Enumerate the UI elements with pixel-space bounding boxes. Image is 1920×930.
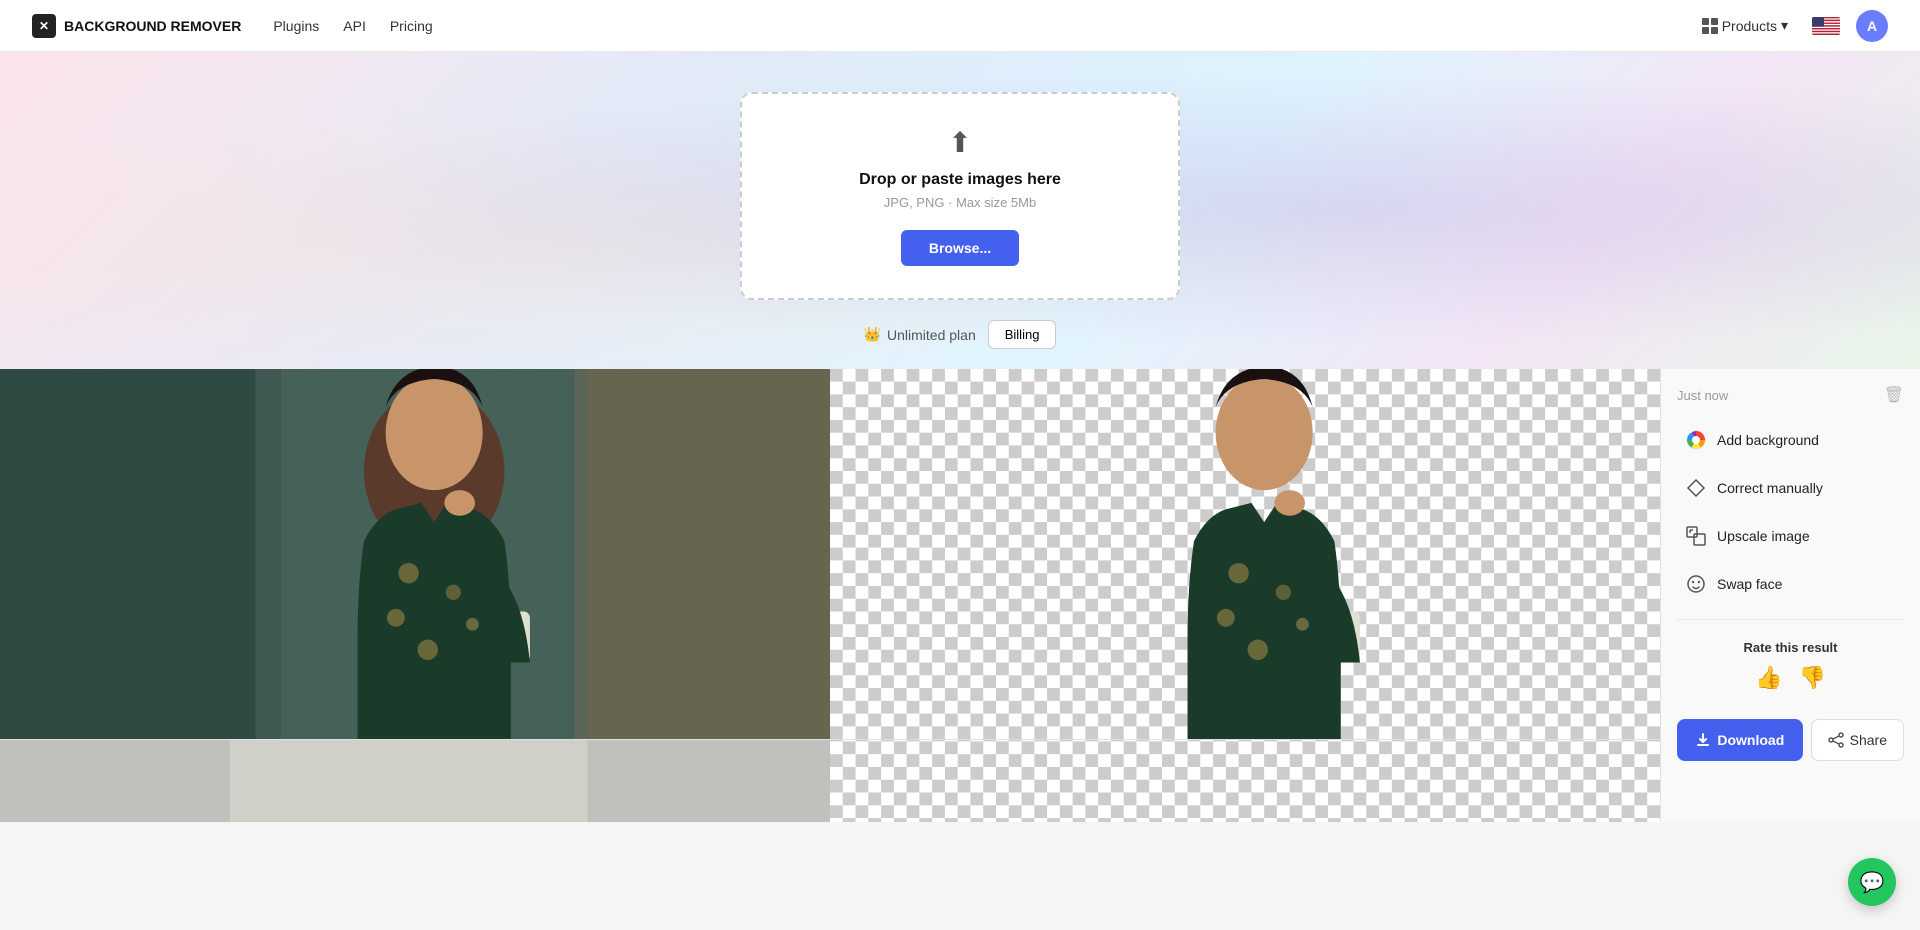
plan-info: 👑 Unlimited plan: [864, 326, 976, 343]
upload-title: Drop or paste images here: [782, 171, 1138, 189]
billing-button[interactable]: Billing: [988, 320, 1057, 349]
avatar[interactable]: A: [1856, 10, 1888, 42]
nav: Plugins API Pricing: [273, 18, 432, 34]
download-icon: [1695, 732, 1711, 748]
download-label: Download: [1717, 732, 1784, 748]
upscale-image-action[interactable]: Upscale image: [1669, 513, 1912, 559]
products-grid-icon: [1702, 18, 1718, 34]
upscale-icon: [1685, 525, 1707, 547]
add-background-label: Add background: [1717, 432, 1819, 448]
upload-subtitle: JPG, PNG · Max size 5Mb: [782, 195, 1138, 210]
original-person-figure: [0, 369, 830, 739]
rate-section: Rate this result 👍 👎: [1661, 632, 1920, 699]
color-wheel-icon: [1685, 429, 1707, 451]
panel-timestamp-row: Just now 🗑: [1661, 385, 1920, 417]
nav-plugins[interactable]: Plugins: [273, 18, 319, 34]
diamond-icon: [1685, 477, 1707, 499]
thumbs-up-button[interactable]: 👍: [1755, 665, 1782, 691]
logo-icon: [32, 14, 56, 38]
chat-bubble[interactable]: [1848, 858, 1896, 906]
nav-api[interactable]: API: [343, 18, 366, 34]
image-row-2: [0, 740, 1660, 822]
plan-icon: 👑: [864, 326, 881, 343]
correct-manually-action[interactable]: Correct manually: [1669, 465, 1912, 511]
logo: BACKGROUND REMOVER: [32, 14, 241, 38]
divider: [1677, 619, 1904, 620]
share-icon: [1828, 732, 1844, 748]
images-area: [0, 369, 1660, 822]
face-icon: [1685, 573, 1707, 595]
result-image-2: [830, 740, 1660, 822]
nav-pricing[interactable]: Pricing: [390, 18, 433, 34]
swap-face-label: Swap face: [1717, 576, 1782, 592]
plan-label: Unlimited plan: [887, 327, 976, 343]
products-label: Products: [1722, 18, 1777, 34]
header-right: Products ▾ A: [1694, 10, 1888, 42]
share-button[interactable]: Share: [1811, 719, 1904, 761]
header: BACKGROUND REMOVER Plugins API Pricing P…: [0, 0, 1920, 52]
original-image-2: [0, 740, 830, 822]
result-image-1: [830, 369, 1660, 739]
rate-title: Rate this result: [1677, 640, 1904, 655]
checker-background: [830, 369, 1660, 739]
correct-manually-label: Correct manually: [1717, 480, 1823, 496]
share-label: Share: [1850, 732, 1887, 748]
action-buttons-row: Download Share: [1661, 707, 1920, 773]
chevron-down-icon: ▾: [1781, 17, 1788, 34]
add-background-action[interactable]: Add background: [1669, 417, 1912, 463]
header-left: BACKGROUND REMOVER Plugins API Pricing: [32, 14, 433, 38]
plan-bar: 👑 Unlimited plan Billing: [864, 320, 1057, 349]
image-row-1: [0, 369, 1660, 740]
products-button[interactable]: Products ▾: [1694, 13, 1796, 38]
upload-card: ⬆ Drop or paste images here JPG, PNG · M…: [740, 92, 1180, 300]
hero-section: ⬆ Drop or paste images here JPG, PNG · M…: [0, 52, 1920, 369]
right-panel: Just now 🗑 Add background: [1660, 369, 1920, 822]
delete-icon[interactable]: 🗑: [1884, 385, 1904, 405]
timestamp-label: Just now: [1677, 388, 1728, 403]
language-flag[interactable]: [1812, 17, 1840, 35]
browse-button[interactable]: Browse...: [901, 230, 1019, 266]
upload-icon: ⬆: [782, 126, 1138, 159]
app-name: BACKGROUND REMOVER: [64, 18, 241, 34]
thumbs-down-button[interactable]: 👎: [1799, 665, 1826, 691]
upscale-image-label: Upscale image: [1717, 528, 1810, 544]
original-image-1: [0, 369, 830, 739]
download-button[interactable]: Download: [1677, 719, 1803, 761]
main-content: Just now 🗑 Add background: [0, 369, 1920, 822]
swap-face-action[interactable]: Swap face: [1669, 561, 1912, 607]
rate-buttons: 👍 👎: [1677, 665, 1904, 691]
